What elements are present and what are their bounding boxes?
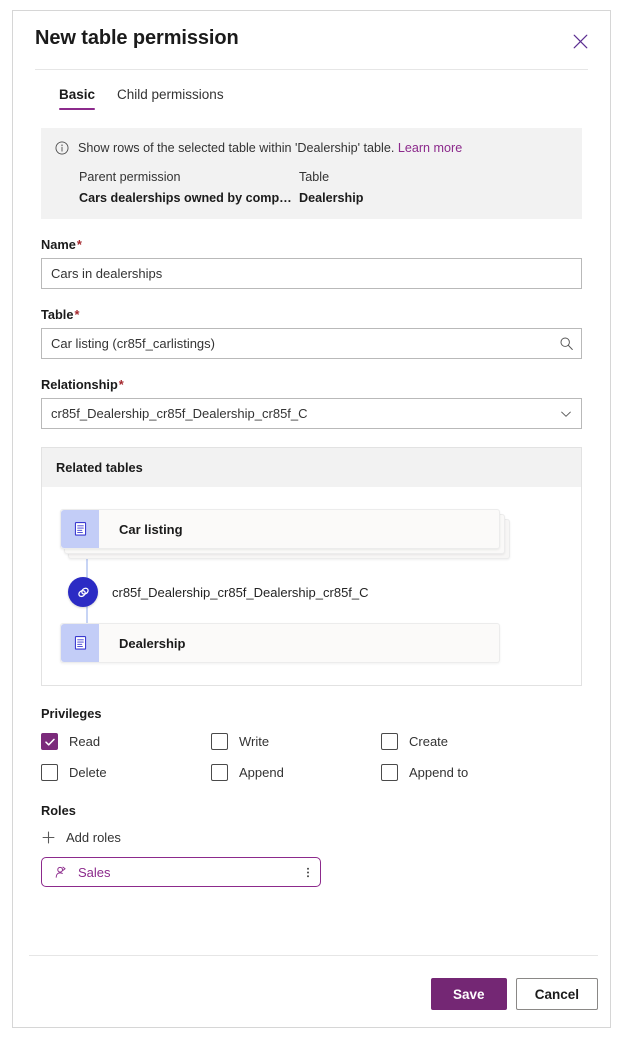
- info-banner-message-row: Show rows of the selected table within '…: [55, 140, 568, 160]
- info-banner-message: Show rows of the selected table within '…: [78, 141, 395, 155]
- learn-more-link[interactable]: Learn more: [398, 141, 462, 155]
- role-chip-label: Sales: [78, 864, 111, 880]
- tab-list: Basic Child permissions: [13, 70, 610, 110]
- checkbox-create[interactable]: [381, 733, 398, 750]
- source-table-card[interactable]: Car listing: [60, 509, 500, 549]
- dialog-footer: Save Cancel: [13, 955, 610, 1027]
- privilege-write[interactable]: Write: [211, 733, 381, 750]
- name-required-indicator: *: [76, 237, 82, 252]
- info-banner-table: Parent permission Table Cars dealerships…: [55, 170, 568, 205]
- relationship-node-name: cr85f_Dealership_cr85f_Dealership_cr85f_…: [112, 584, 369, 600]
- related-tables-panel: Related tables Car listing cr85f_Dealers…: [41, 447, 582, 686]
- privilege-write-label: Write: [239, 734, 270, 749]
- name-label: Name*: [41, 237, 82, 252]
- table-icon: [61, 624, 99, 662]
- privilege-create[interactable]: Create: [381, 733, 582, 750]
- related-tables-header: Related tables: [42, 448, 581, 487]
- source-table-name: Car listing: [119, 521, 183, 537]
- privilege-delete[interactable]: Delete: [41, 764, 211, 781]
- privilege-append[interactable]: Append: [211, 764, 381, 781]
- relationship-field-group: Relationship* cr85f_Dealership_cr85f_Dea…: [41, 377, 582, 429]
- table-field-group: Table*: [41, 307, 582, 359]
- tab-basic[interactable]: Basic: [59, 87, 96, 110]
- table-icon: [61, 510, 99, 548]
- roles-section: Roles Add roles Sales: [41, 803, 582, 887]
- dialog-header: New table permission: [13, 11, 610, 69]
- parent-permission-header: Parent permission: [79, 170, 181, 184]
- info-circle-icon: [55, 141, 69, 160]
- person-icon: [53, 865, 68, 880]
- add-roles-label: Add roles: [66, 830, 121, 845]
- privilege-read-label: Read: [69, 734, 101, 749]
- checkbox-append[interactable]: [211, 764, 228, 781]
- close-icon: [573, 34, 588, 49]
- chevron-down-icon[interactable]: [551, 407, 581, 421]
- privilege-read[interactable]: Read: [41, 733, 211, 750]
- relationship-selected-value: cr85f_Dealership_cr85f_Dealership_cr85f_…: [51, 406, 308, 421]
- relationship-required-indicator: *: [118, 377, 124, 392]
- relationship-dropdown[interactable]: cr85f_Dealership_cr85f_Dealership_cr85f_…: [41, 398, 582, 429]
- close-button[interactable]: [564, 25, 596, 57]
- footer-actions: Save Cancel: [430, 978, 598, 1010]
- table-input-wrapper[interactable]: [41, 328, 582, 359]
- privilege-append-label: Append: [239, 765, 284, 780]
- table-input[interactable]: [42, 329, 551, 358]
- privileges-label: Privileges: [41, 706, 102, 721]
- footer-divider: [29, 955, 598, 956]
- roles-label: Roles: [41, 803, 76, 818]
- add-roles-button[interactable]: Add roles: [41, 830, 121, 845]
- name-field-group: Name*: [41, 237, 582, 289]
- new-table-permission-dialog: New table permission Basic Child permiss…: [12, 10, 611, 1028]
- relationship-label: Relationship*: [41, 377, 124, 392]
- privilege-delete-label: Delete: [69, 765, 107, 780]
- checkbox-write[interactable]: [211, 733, 228, 750]
- privilege-append-to-label: Append to: [409, 765, 469, 780]
- source-table-card-stack[interactable]: Car listing: [60, 509, 510, 561]
- table-value: Dealership: [299, 191, 364, 205]
- relationship-node[interactable]: cr85f_Dealership_cr85f_Dealership_cr85f_…: [68, 575, 581, 609]
- cancel-button[interactable]: Cancel: [515, 978, 598, 1010]
- tab-child-permissions[interactable]: Child permissions: [117, 87, 224, 110]
- info-banner-text: Show rows of the selected table within '…: [78, 140, 462, 156]
- privilege-create-label: Create: [409, 734, 449, 749]
- table-header: Table: [299, 170, 330, 184]
- name-input-wrapper[interactable]: [41, 258, 582, 289]
- privileges-section: Privileges Read Write Create Delete Appe…: [41, 706, 582, 781]
- related-tables-diagram: Car listing cr85f_Dealership_cr85f_Deale…: [42, 487, 581, 685]
- checkbox-append-to[interactable]: [381, 764, 398, 781]
- role-chip-sales[interactable]: Sales: [41, 857, 321, 887]
- checkbox-delete[interactable]: [41, 764, 58, 781]
- table-required-indicator: *: [74, 307, 80, 322]
- link-rings-icon: [68, 577, 98, 607]
- plus-icon: [41, 830, 56, 845]
- table-label: Table*: [41, 307, 80, 322]
- more-vertical-icon[interactable]: [306, 865, 310, 880]
- dialog-body: Show rows of the selected table within '…: [13, 110, 610, 955]
- privileges-grid: Read Write Create Delete Append Append t…: [41, 733, 582, 781]
- checkbox-read[interactable]: [41, 733, 58, 750]
- parent-permission-value: Cars dealerships owned by compa...: [79, 191, 295, 205]
- name-input[interactable]: [42, 259, 581, 288]
- page-title: New table permission: [35, 27, 239, 49]
- search-icon[interactable]: [551, 336, 581, 351]
- info-banner: Show rows of the selected table within '…: [41, 128, 582, 219]
- target-table-card[interactable]: Dealership: [60, 623, 500, 663]
- privilege-append-to[interactable]: Append to: [381, 764, 582, 781]
- target-table-name: Dealership: [119, 635, 186, 651]
- save-button[interactable]: Save: [430, 978, 507, 1010]
